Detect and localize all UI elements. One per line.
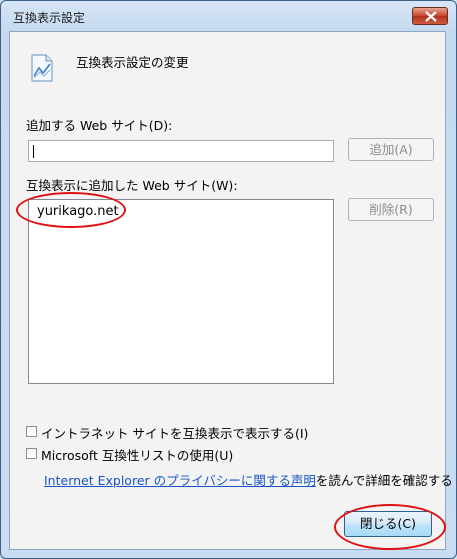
close-icon — [425, 11, 437, 22]
window-title: 互換表示設定 — [13, 11, 86, 25]
sites-list-label: 互換表示に追加した Web サイト(W): — [26, 178, 238, 193]
window-close-button[interactable] — [412, 7, 448, 25]
privacy-line: Internet Explorer のプライバシーに関する声明を読んで詳細を確認… — [44, 470, 453, 489]
intranet-checkbox[interactable] — [26, 426, 37, 437]
dialog-window: 互換表示設定 互換表示設定の変更 追加する Web サイト(D): 追加(A) … — [0, 0, 457, 559]
intranet-checkbox-label[interactable]: イントラネット サイトを互換表示で表示する(I) — [41, 423, 308, 442]
document-chart-icon — [31, 54, 53, 82]
add-button[interactable]: 追加(A) — [348, 138, 434, 161]
text-caret — [33, 145, 34, 158]
compat-list-checkbox[interactable] — [26, 448, 37, 459]
annotation-circle — [334, 504, 446, 550]
add-site-input[interactable] — [28, 140, 334, 162]
title-bar[interactable]: 互換表示設定 — [1, 1, 456, 31]
privacy-suffix: を読んで詳細を確認する — [315, 473, 453, 488]
compat-list-checkbox-label[interactable]: Microsoft 互換性リストの使用(U) — [41, 445, 233, 464]
annotation-circle — [16, 192, 126, 228]
privacy-link[interactable]: Internet Explorer のプライバシーに関する声明 — [44, 473, 316, 488]
add-site-label: 追加する Web サイト(D): — [26, 118, 173, 133]
dialog-content: 互換表示設定の変更 追加する Web サイト(D): 追加(A) 互換表示に追加… — [9, 31, 453, 550]
remove-button[interactable]: 削除(R) — [348, 198, 434, 221]
header-text: 互換表示設定の変更 — [76, 55, 189, 70]
